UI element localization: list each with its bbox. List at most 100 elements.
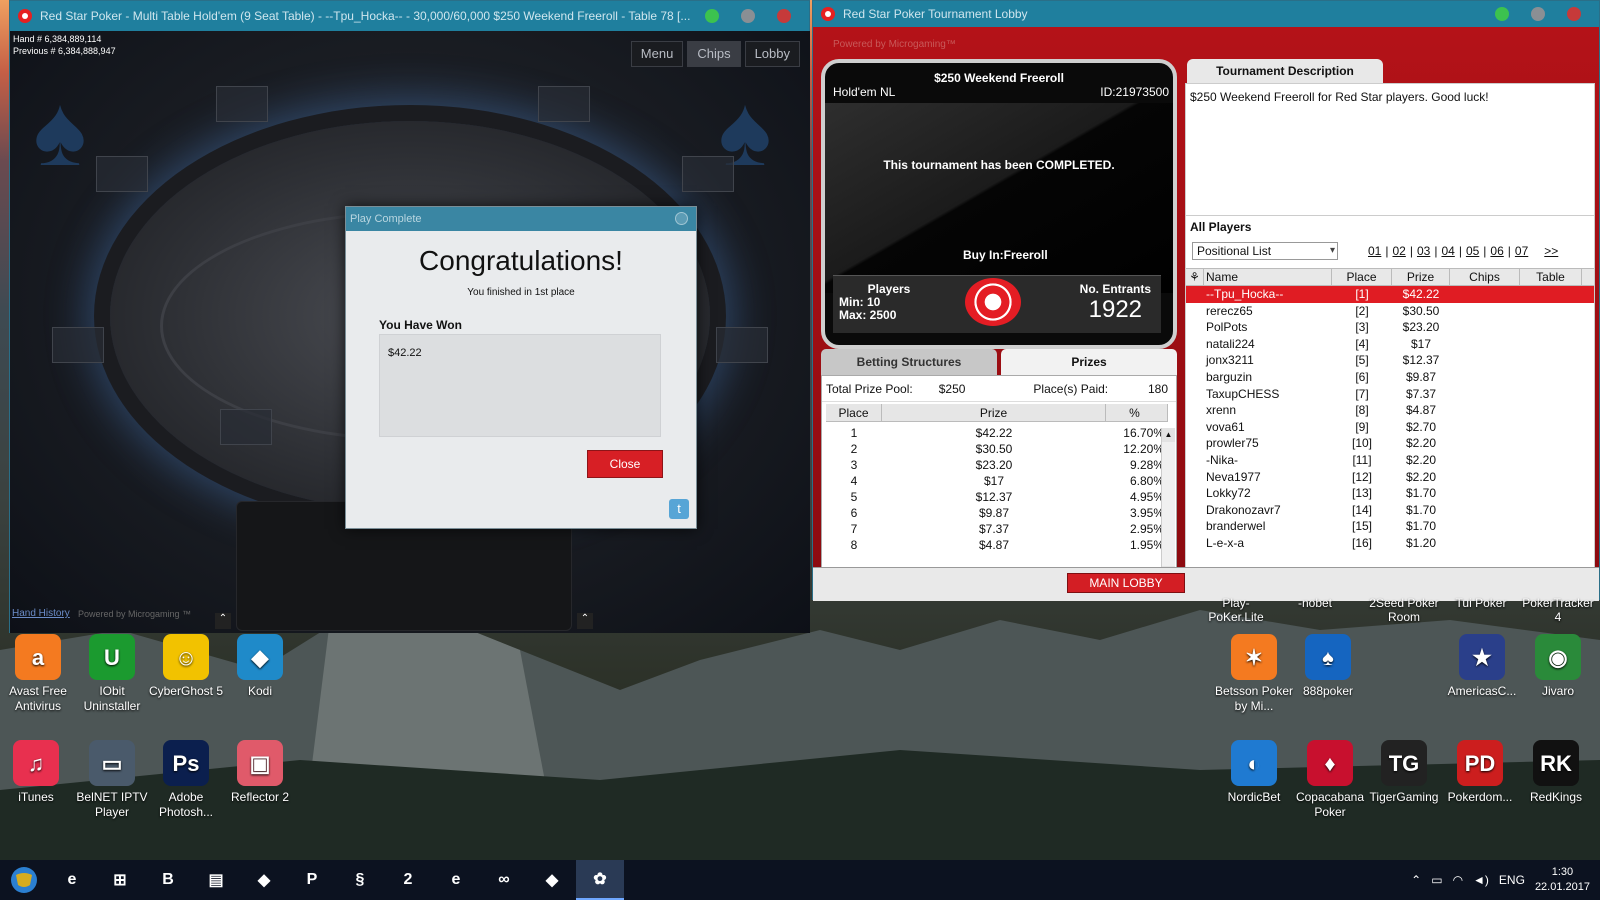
taskbar-app-icon[interactable]: ∞ [480,860,528,900]
desktop-icon[interactable]: ▭ BelNET IPTV Player [72,740,152,820]
tab-betting-structures[interactable]: Betting Structures [821,349,997,375]
player-row[interactable]: --Tpu_Hocka-- [1] $42.22 [1186,286,1594,303]
tab-prizes[interactable]: Prizes [1001,349,1177,375]
taskbar-app-icon[interactable]: ◆ [240,860,288,900]
player-row[interactable]: vova61 [9] $2.70 [1186,419,1594,436]
wifi-icon[interactable]: ◠ [1453,873,1463,887]
prize-scrollbar[interactable]: ▲ ▼ [1161,428,1175,580]
player-row[interactable]: rerecz65 [2] $30.50 [1186,303,1594,320]
chips-button[interactable]: Chips [687,41,741,67]
desktop-icon[interactable]: Ps Adobe Photosh... [146,740,226,820]
taskbar-app-icon[interactable]: ◆ [528,860,576,900]
desktop-icon[interactable]: RK RedKings [1516,740,1596,805]
column-header-place[interactable]: Place [826,404,882,421]
player-row[interactable]: jonx3211 [5] $12.37 [1186,352,1594,369]
desktop-icon[interactable]: ★ AmericasC... [1442,634,1522,699]
taskbar-app-icon[interactable]: ✿ [576,860,624,900]
maximize-button[interactable] [741,9,755,23]
player-row[interactable]: -Nika- [11] $2.20 [1186,452,1594,469]
page-link[interactable]: 01 [1368,244,1381,258]
desktop-icon[interactable]: ♦ Copacabana Poker [1290,740,1370,820]
player-row[interactable]: PolPots [3] $23.20 [1186,319,1594,336]
column-header-chips[interactable]: Chips [1450,269,1520,285]
taskbar-app-icon[interactable]: B [144,860,192,900]
main-lobby-button[interactable]: MAIN LOBBY [1067,573,1185,593]
desktop-icon-label[interactable]: Tui Poker [1446,596,1516,610]
scroll-track[interactable] [1162,442,1175,566]
taskbar-app-icon[interactable]: e [48,860,96,900]
desktop-icon[interactable]: ♫ iTunes [0,740,76,805]
twitter-share-icon[interactable]: t [669,499,689,519]
seat[interactable] [220,409,272,445]
seat[interactable] [52,327,104,363]
seat[interactable] [216,86,268,122]
dialog-close-icon[interactable] [675,212,688,225]
volume-icon[interactable]: ◄) [1473,873,1489,887]
player-row[interactable]: prowler75 [10] $2.20 [1186,435,1594,452]
player-row[interactable]: xrenn [8] $4.87 [1186,402,1594,419]
desktop-icon[interactable]: a Avast Free Antivirus [0,634,78,714]
hand-history-link[interactable]: Hand History [12,608,70,619]
taskbar-app-icon[interactable]: P [288,860,336,900]
desktop-icon-label[interactable]: 2Seed Poker Room [1364,596,1444,624]
player-row[interactable]: Drakonozavr7 [14] $1.70 [1186,502,1594,519]
desktop-icon-label[interactable]: Play-PoKer.Lite [1196,596,1276,624]
player-row[interactable]: barguzin [6] $9.87 [1186,369,1594,386]
close-window-button[interactable] [777,9,791,23]
scroll-up-icon[interactable]: ▲ [1162,428,1175,442]
page-link[interactable]: 03 [1417,244,1430,258]
desktop-icon[interactable]: ◐ NordicBet [1214,740,1294,805]
player-row[interactable]: Neva1977 [12] $2.20 [1186,469,1594,486]
taskbar-app-icon[interactable]: e [432,860,480,900]
battery-icon[interactable]: ▭ [1431,873,1442,887]
taskbar-app-icon[interactable]: 2 [384,860,432,900]
lobby-button[interactable]: Lobby [744,41,800,67]
chevron-up-icon[interactable]: ⌃ [577,613,593,629]
page-link[interactable]: 04 [1441,244,1454,258]
seat[interactable] [716,327,768,363]
taskbar-app-icon[interactable]: ⊞ [96,860,144,900]
desktop-icon[interactable]: ◆ Kodi [220,634,300,699]
player-row[interactable]: L-e-x-a [16] $1.20 [1186,535,1594,552]
column-header-prize[interactable]: Prize [1392,269,1450,285]
maximize-button[interactable] [1531,7,1545,21]
column-header-prize[interactable]: Prize [882,404,1106,421]
seat[interactable] [538,86,590,122]
language-indicator[interactable]: ENG [1499,873,1525,887]
chevron-up-icon[interactable]: ⌃ [215,613,231,629]
menu-button[interactable]: Menu [630,41,684,67]
desktop-icon[interactable]: ◉ Jivaro [1518,634,1598,699]
column-header-table[interactable]: Table [1520,269,1582,285]
page-link[interactable]: 07 [1515,244,1528,258]
next-pages-link[interactable]: >> [1544,244,1558,258]
desktop-icon-label[interactable]: PokerTracker 4 [1520,596,1596,624]
page-link[interactable]: 02 [1392,244,1405,258]
start-button[interactable] [0,860,48,900]
close-window-button[interactable] [1567,7,1581,21]
clock[interactable]: 1:30 22.01.2017 [1535,865,1590,895]
page-link[interactable]: 06 [1490,244,1503,258]
taskbar-app-icon[interactable]: ▤ [192,860,240,900]
desktop-icon-label[interactable]: -nobet [1280,596,1350,610]
desktop-icon[interactable]: ☺ CyberGhost 5 [146,634,226,699]
minimize-button[interactable] [705,9,719,23]
minimize-button[interactable] [1495,7,1509,21]
column-header-place[interactable]: Place [1332,269,1392,285]
page-link[interactable]: 05 [1466,244,1479,258]
desktop-icon[interactable]: TG TigerGaming [1364,740,1444,805]
list-type-select[interactable]: Positional List [1192,242,1338,260]
player-row[interactable]: Lokky72 [13] $1.70 [1186,485,1594,502]
table-window-titlebar[interactable]: Red Star Poker - Multi Table Hold'em (9 … [10,1,809,31]
desktop-icon[interactable]: U IObit Uninstaller [72,634,152,714]
chevron-up-icon[interactable]: ⌃ [1411,873,1421,887]
desktop-icon[interactable]: ▣ Reflector 2 [220,740,300,805]
desktop-icon[interactable]: ✶ Betsson Poker by Mi... [1214,634,1294,714]
lobby-window-titlebar[interactable]: Red Star Poker Tournament Lobby [813,1,1599,27]
desktop-icon[interactable]: ♠ 888poker [1288,634,1368,699]
player-row[interactable]: TaxupCHESS [7] $7.37 [1186,386,1594,403]
column-header-percent[interactable]: % [1106,404,1168,421]
seat[interactable] [96,156,148,192]
close-button[interactable]: Close [587,450,663,478]
seat[interactable] [682,156,734,192]
player-row[interactable]: branderwel [15] $1.70 [1186,518,1594,535]
